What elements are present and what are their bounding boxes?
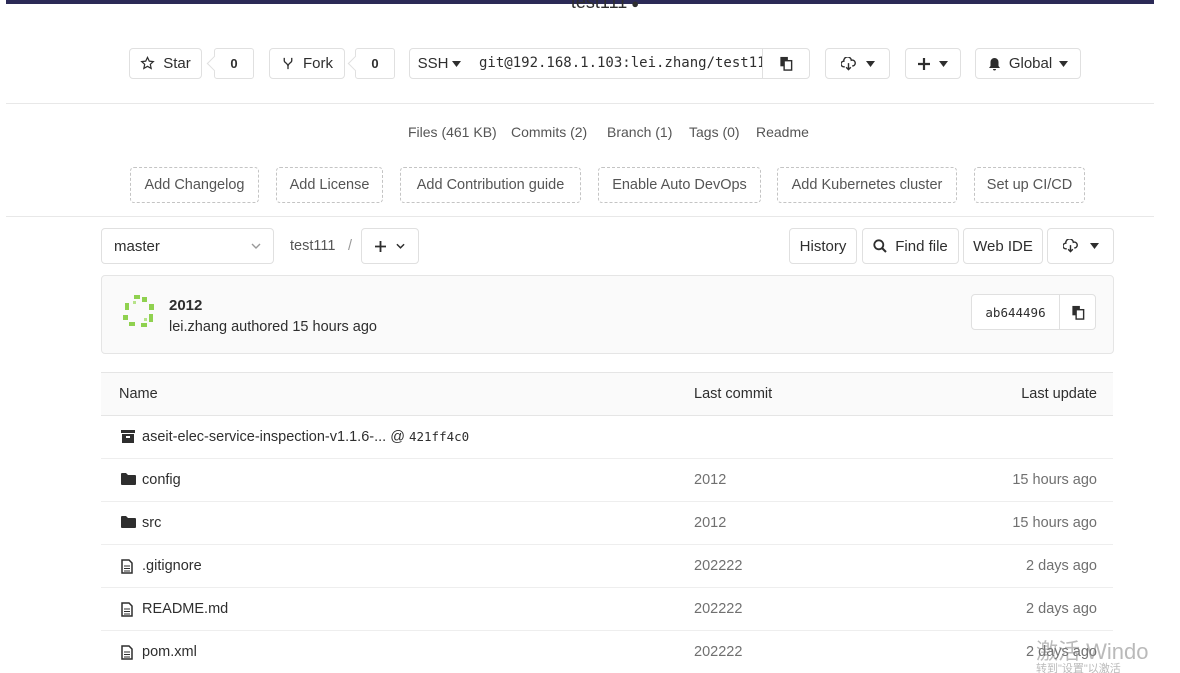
copy-url-button[interactable] xyxy=(762,48,810,79)
submodule-sha[interactable]: 421ff4c0 xyxy=(409,429,469,444)
plus-icon xyxy=(918,57,930,70)
commit-title-link[interactable]: 2012 xyxy=(169,297,202,314)
folder-icon xyxy=(121,473,136,485)
last-update-time: 2 days ago xyxy=(1026,601,1097,617)
star-icon xyxy=(140,56,155,70)
breadcrumb-separator: / xyxy=(348,238,353,254)
notification-dropdown[interactable]: Global xyxy=(975,48,1081,79)
chevron-down-icon xyxy=(251,243,261,249)
archive-icon xyxy=(121,430,135,443)
chevron-down-icon xyxy=(396,243,405,249)
history-button[interactable]: History xyxy=(789,228,857,264)
star-label: Star xyxy=(163,55,191,72)
add-to-tree-dropdown[interactable] xyxy=(361,228,419,264)
branch-selector[interactable]: master xyxy=(101,228,274,264)
file-name-link[interactable]: src xyxy=(142,515,161,531)
find-file-label: Find file xyxy=(895,237,948,255)
table-row[interactable]: aseit-elec-service-inspection-v1.1.6-...… xyxy=(101,416,1113,459)
commit-message-link[interactable]: 2012 xyxy=(694,515,726,531)
commit-message-link[interactable]: 202222 xyxy=(694,558,742,574)
commit-author-line: lei.zhang authored 15 hours ago xyxy=(169,319,377,335)
caret-down-icon xyxy=(452,60,462,67)
web-ide-button[interactable]: Web IDE xyxy=(963,228,1043,264)
last-update-time: 15 hours ago xyxy=(1012,515,1097,531)
table-row[interactable]: pom.xml 202222 2 days ago xyxy=(101,631,1113,673)
stat-readme-link[interactable]: Readme xyxy=(756,124,809,140)
divider xyxy=(6,216,1154,217)
submodule-at: @ xyxy=(390,429,405,445)
caret-down-icon xyxy=(1059,60,1069,67)
new-item-dropdown[interactable] xyxy=(905,48,961,79)
activation-watermark-subtext: 转到"设置"以激活 xyxy=(1036,663,1121,673)
branch-name: master xyxy=(114,237,160,255)
fork-label: Fork xyxy=(303,55,333,72)
bell-icon xyxy=(988,57,1000,70)
visibility-icon: ● xyxy=(631,0,640,11)
download-dropdown-tree[interactable] xyxy=(1047,228,1114,264)
notification-label: Global xyxy=(1008,55,1053,72)
caret-down-icon xyxy=(1089,243,1099,249)
stat-files-link[interactable]: Files (461 KB) xyxy=(408,124,497,140)
stat-branch-link[interactable]: Branch (1) xyxy=(607,124,672,140)
clone-url-input[interactable]: git@192.168.1.103:lei.zhang/test111.git xyxy=(469,48,762,79)
table-row[interactable]: README.md 202222 2 days ago xyxy=(101,588,1113,631)
table-header: Name Last commit Last update xyxy=(101,372,1113,416)
header-name: Name xyxy=(119,386,158,402)
table-row[interactable]: .gitignore 202222 2 days ago xyxy=(101,545,1113,588)
divider xyxy=(6,103,1154,104)
plus-icon xyxy=(375,240,386,252)
file-name-link[interactable]: .gitignore xyxy=(142,558,202,574)
caret-down-icon xyxy=(865,60,875,67)
copy-sha-button[interactable] xyxy=(1059,294,1096,330)
stat-commits-link[interactable]: Commits (2) xyxy=(511,124,587,140)
stat-tags-link[interactable]: Tags (0) xyxy=(689,124,740,140)
fork-count[interactable]: 0 xyxy=(355,48,395,79)
table-row[interactable]: config 2012 15 hours ago xyxy=(101,459,1113,502)
project-title: test111 ● xyxy=(540,0,670,16)
avatar[interactable] xyxy=(121,293,159,331)
star-count[interactable]: 0 xyxy=(214,48,254,79)
breadcrumb-project-link[interactable]: test111 xyxy=(290,238,335,254)
last-update-time: 2 days ago xyxy=(1026,558,1097,574)
enable-auto-devops-button[interactable]: Enable Auto DevOps xyxy=(598,167,761,203)
setup-cicd-button[interactable]: Set up CI/CD xyxy=(974,167,1085,203)
header-last-update: Last update xyxy=(1021,386,1097,402)
download-dropdown[interactable] xyxy=(825,48,890,79)
commit-message-link[interactable]: 202222 xyxy=(694,644,742,660)
last-commit-panel: 2012 lei.zhang authored 15 hours ago ab6… xyxy=(101,275,1114,354)
file-name-link[interactable]: README.md xyxy=(142,601,228,617)
fork-icon xyxy=(283,57,293,70)
find-file-button[interactable]: Find file xyxy=(862,228,959,264)
file-name-link[interactable]: pom.xml xyxy=(142,644,197,660)
add-kubernetes-cluster-button[interactable]: Add Kubernetes cluster xyxy=(777,167,957,203)
clone-protocol-label: SSH xyxy=(417,55,449,72)
last-update-time: 15 hours ago xyxy=(1012,472,1097,488)
commit-message-link[interactable]: 2012 xyxy=(694,472,726,488)
caret-down-icon xyxy=(939,60,948,67)
copy-icon xyxy=(780,56,793,71)
file-icon xyxy=(121,559,133,574)
add-contribution-guide-button[interactable]: Add Contribution guide xyxy=(400,167,581,203)
search-icon xyxy=(873,239,887,253)
star-button[interactable]: Star xyxy=(129,48,202,79)
project-title-text: test111 xyxy=(570,0,628,12)
header-last-commit: Last commit xyxy=(694,386,773,402)
download-icon xyxy=(840,56,856,71)
fork-button[interactable]: Fork xyxy=(269,48,345,79)
submodule-link[interactable]: aseit-elec-service-inspection-v1.1.6-...… xyxy=(142,429,469,445)
file-name-link[interactable]: config xyxy=(142,472,181,488)
commit-sha-button[interactable]: ab644496 xyxy=(971,294,1060,330)
add-changelog-button[interactable]: Add Changelog xyxy=(130,167,259,203)
file-icon xyxy=(121,645,133,660)
file-icon xyxy=(121,602,133,617)
folder-icon xyxy=(121,516,136,528)
commit-message-link[interactable]: 202222 xyxy=(694,601,742,617)
copy-icon xyxy=(1071,305,1084,320)
download-icon xyxy=(1062,239,1078,253)
add-license-button[interactable]: Add License xyxy=(276,167,383,203)
clone-protocol-dropdown[interactable]: SSH xyxy=(409,48,470,79)
table-row[interactable]: src 2012 15 hours ago xyxy=(101,502,1113,545)
